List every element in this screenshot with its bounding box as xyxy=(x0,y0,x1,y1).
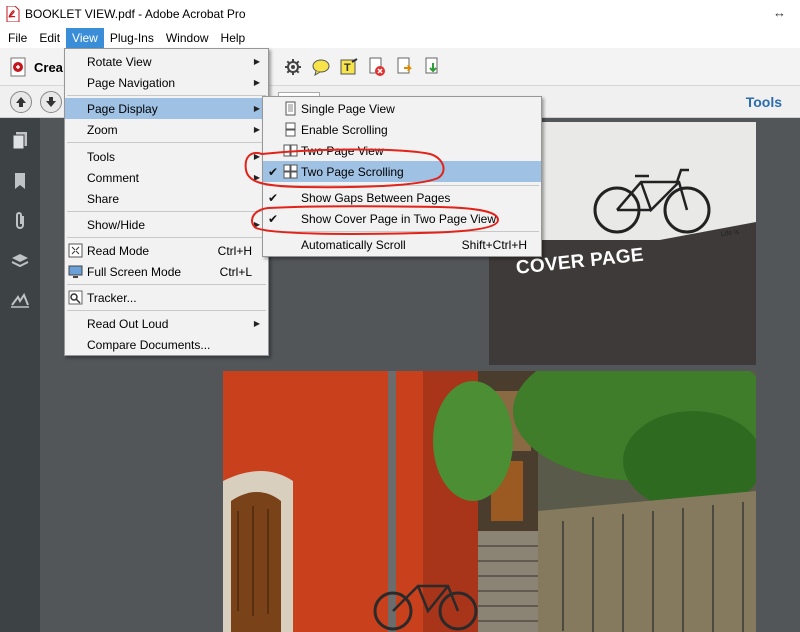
submenu-arrow-icon: ▶ xyxy=(253,57,260,66)
signatures-icon[interactable] xyxy=(9,290,31,312)
menu-item-show-gaps-between-pages[interactable]: ✔ Show Gaps Between Pages xyxy=(263,187,541,208)
menu-view[interactable]: View xyxy=(66,28,104,48)
checkmark-icon: ✔ xyxy=(268,190,279,205)
menu-item-automatically-scroll[interactable]: Automatically Scroll Shift+Ctrl+H xyxy=(263,234,541,255)
create-button[interactable]: Crea xyxy=(8,56,63,78)
view-menu: Rotate View ▶ Page Navigation ▶ Page Displ… xyxy=(64,48,269,356)
menu-edit[interactable]: Edit xyxy=(33,28,66,48)
menu-item-show-hide[interactable]: Show/Hide ▶ xyxy=(65,214,268,235)
page-thumbnails-icon[interactable] xyxy=(9,130,31,152)
create-pdf-icon xyxy=(10,57,26,77)
menu-item-tracker[interactable]: Tracker... xyxy=(65,287,268,308)
menu-bar: File Edit View Plug-Ins Window Help xyxy=(0,28,800,48)
menu-item-enable-scrolling[interactable]: Enable Scrolling xyxy=(263,119,541,140)
gear-icon[interactable] xyxy=(282,56,304,78)
menu-item-full-screen-mode[interactable]: Full Screen Mode Ctrl+L xyxy=(65,261,268,282)
read-mode-icon xyxy=(68,243,83,258)
photo-page xyxy=(223,371,756,632)
resize-icon[interactable]: ↔ xyxy=(773,5,786,20)
delete-file-icon[interactable] xyxy=(366,56,388,78)
submenu-arrow-icon: ▶ xyxy=(253,220,260,229)
submenu-arrow-icon: ▶ xyxy=(253,78,260,87)
two-page-icon xyxy=(283,144,298,157)
page-display-submenu: Single Page View Enable Scrolling Two Pa… xyxy=(262,96,542,257)
create-label: Crea xyxy=(34,59,63,75)
bookmarks-icon[interactable] xyxy=(9,170,31,192)
layers-icon[interactable] xyxy=(9,250,31,272)
full-screen-icon xyxy=(68,265,83,278)
bicycle-illustration xyxy=(593,168,711,234)
tracker-icon xyxy=(68,290,83,305)
arrow-up-icon xyxy=(16,97,26,107)
tools-pane-button[interactable]: Tools xyxy=(746,94,782,110)
highlight-icon[interactable]: T xyxy=(338,56,360,78)
menu-item-two-page-scrolling[interactable]: ✔ Two Page Scrolling xyxy=(263,161,541,182)
next-page-button[interactable] xyxy=(40,91,62,113)
street-photo xyxy=(223,371,756,632)
previous-page-button[interactable] xyxy=(10,91,32,113)
title-bar: BOOKLET VIEW.pdf - Adobe Acrobat Pro ↔ xyxy=(0,0,800,28)
submenu-arrow-icon: ▶ xyxy=(253,173,260,182)
two-page-scrolling-icon xyxy=(283,164,298,179)
menu-item-two-page-view[interactable]: Two Page View xyxy=(263,140,541,161)
menu-item-read-out-loud[interactable]: Read Out Loud ▶ xyxy=(65,313,268,334)
submenu-arrow-icon: ▶ xyxy=(253,125,260,134)
submenu-arrow-icon: ▶ xyxy=(253,319,260,328)
menu-item-read-mode[interactable]: Read Mode Ctrl+H xyxy=(65,240,268,261)
checkmark-icon: ✔ xyxy=(268,211,279,226)
menu-item-rotate-view[interactable]: Rotate View ▶ xyxy=(65,51,268,72)
submenu-arrow-icon: ▶ xyxy=(253,104,260,113)
export-icon[interactable] xyxy=(422,56,444,78)
menu-item-show-cover-page[interactable]: ✔ Show Cover Page in Two Page View xyxy=(263,208,541,229)
menu-item-tools[interactable]: Tools ▶ xyxy=(65,146,268,167)
menu-item-share[interactable]: Share xyxy=(65,188,268,209)
comment-icon[interactable] xyxy=(310,56,332,78)
navigation-pane xyxy=(0,118,40,632)
menu-window[interactable]: Window xyxy=(160,28,215,48)
submenu-arrow-icon: ▶ xyxy=(253,152,260,161)
menu-plug-ins[interactable]: Plug-Ins xyxy=(104,28,160,48)
menu-item-single-page-view[interactable]: Single Page View xyxy=(263,98,541,119)
pdf-file-icon xyxy=(6,6,20,22)
scrolling-icon xyxy=(285,122,296,137)
svg-text:T: T xyxy=(344,62,351,74)
menu-file[interactable]: File xyxy=(2,28,33,48)
menu-item-page-navigation[interactable]: Page Navigation ▶ xyxy=(65,72,268,93)
menu-item-comment[interactable]: Comment ▶ xyxy=(65,167,268,188)
single-page-icon xyxy=(285,101,296,116)
checkmark-icon: ✔ xyxy=(268,164,279,179)
menu-item-zoom[interactable]: Zoom ▶ xyxy=(65,119,268,140)
window-title: BOOKLET VIEW.pdf - Adobe Acrobat Pro xyxy=(25,7,246,21)
arrow-down-icon xyxy=(46,97,56,107)
forward-icon[interactable] xyxy=(394,56,416,78)
menu-item-page-display[interactable]: Page Display ▶ xyxy=(65,98,268,119)
menu-item-compare-documents[interactable]: Compare Documents... xyxy=(65,334,268,355)
menu-help[interactable]: Help xyxy=(215,28,252,48)
attachments-icon[interactable] xyxy=(9,210,31,232)
